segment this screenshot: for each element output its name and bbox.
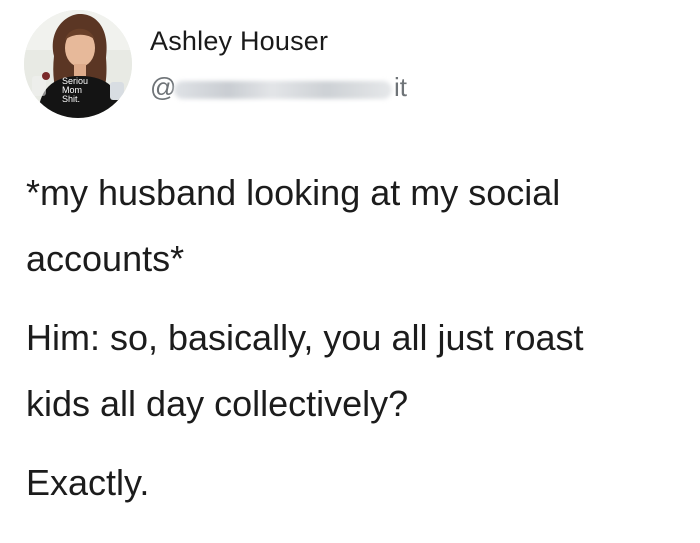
tweet-text-paragraph-2: Him: so, basically, you all just roast k… bbox=[26, 317, 584, 424]
shirt-text-line-3: Shit. bbox=[62, 94, 80, 104]
avatar[interactable]: Seriou Mom Shit. bbox=[24, 10, 132, 118]
handle-blurred-region bbox=[174, 81, 392, 99]
tweet-text-paragraph-3: Exactly. bbox=[26, 462, 150, 503]
handle-prefix: @ bbox=[150, 72, 177, 102]
author-name[interactable]: Ashley Houser bbox=[150, 26, 328, 57]
tweet-card: Seriou Mom Shit. Ashley Houser @ it *my … bbox=[0, 0, 700, 543]
avatar-photo: Seriou Mom Shit. bbox=[24, 10, 132, 118]
author-handle[interactable]: @ it bbox=[150, 72, 430, 106]
tweet-text-paragraph-1: *my husband looking at my social account… bbox=[26, 172, 561, 279]
handle-suffix: it bbox=[394, 72, 407, 102]
